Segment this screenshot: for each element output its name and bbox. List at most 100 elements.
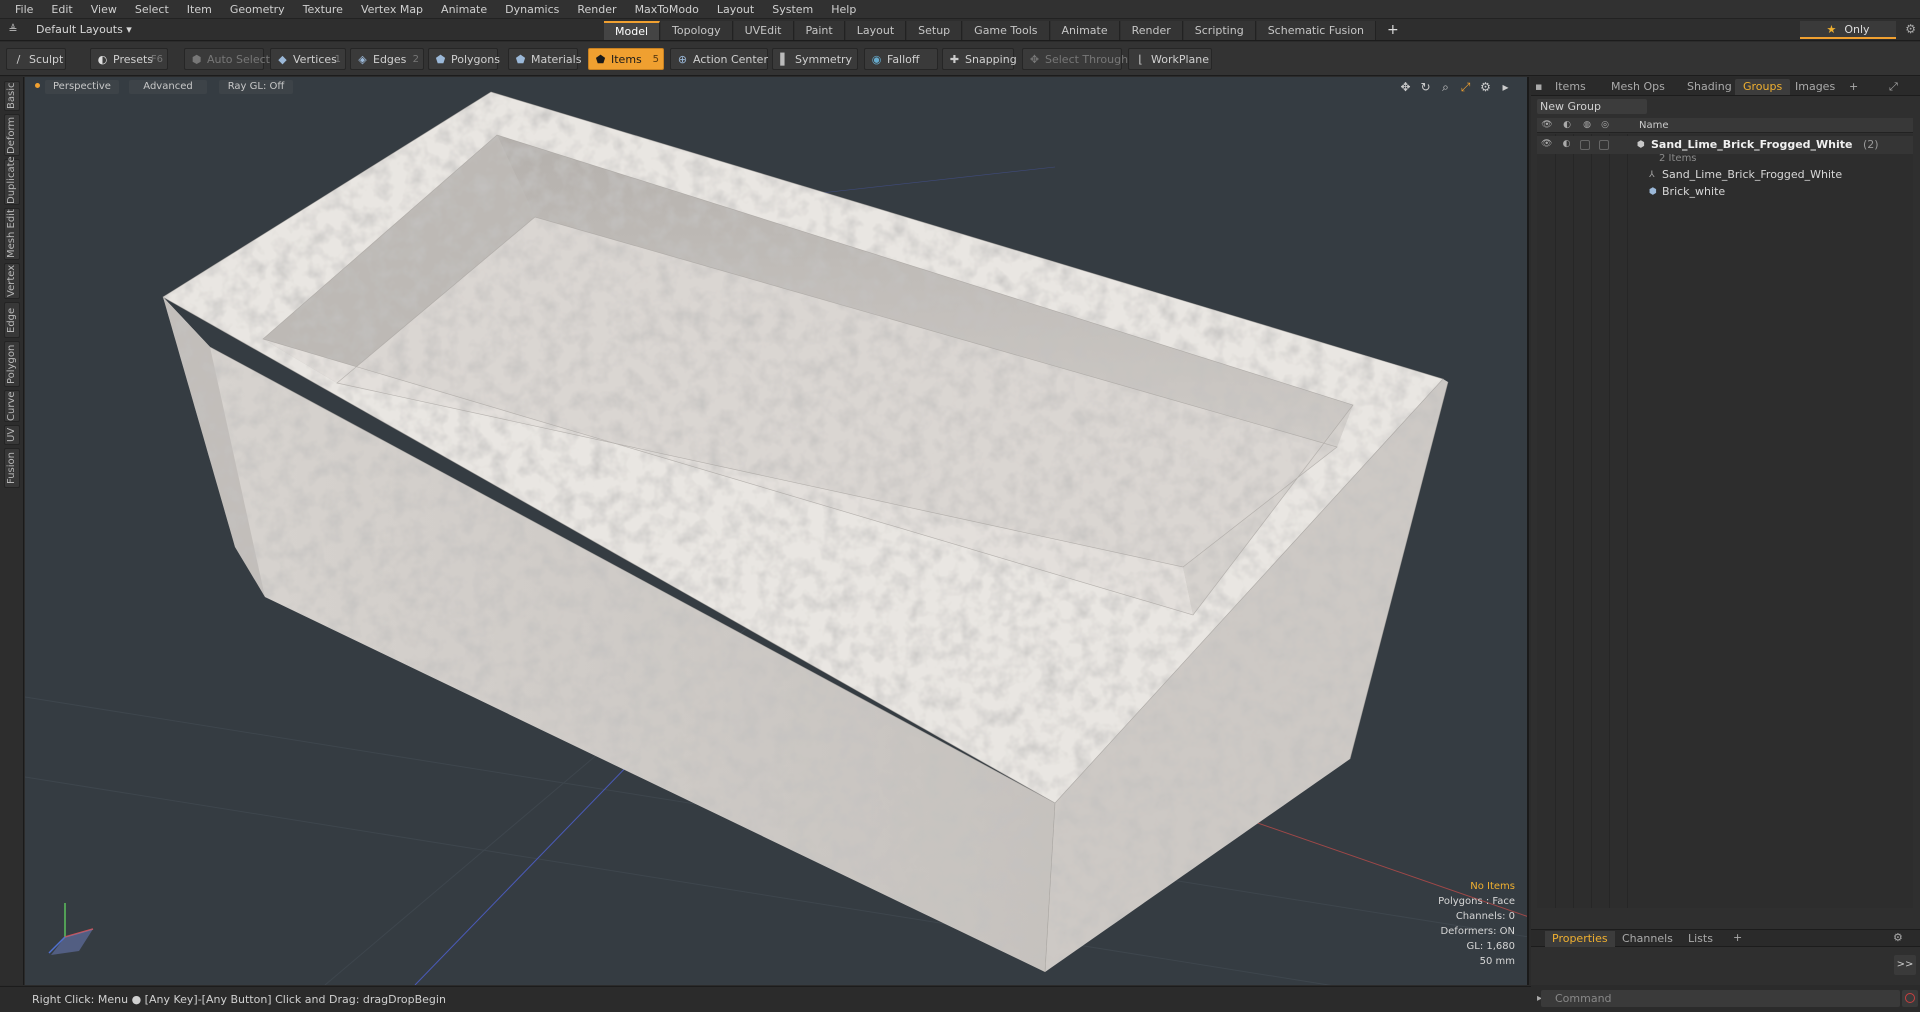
items-button[interactable]: ⬟ Items 5 bbox=[588, 48, 664, 70]
menu-maxtomodo[interactable]: MaxToModo bbox=[626, 0, 708, 19]
panel-menu-icon[interactable]: ▪ bbox=[1531, 79, 1546, 95]
panel-expand-icon[interactable]: ⤢ bbox=[1887, 79, 1900, 95]
tab-setup[interactable]: Setup bbox=[907, 21, 963, 40]
tab-scripting[interactable]: Scripting bbox=[1183, 21, 1256, 40]
new-group-button[interactable]: New Group bbox=[1537, 99, 1647, 114]
menu-vertex-map[interactable]: Vertex Map bbox=[352, 0, 432, 19]
3d-viewport[interactable]: Perspective Advanced Ray GL: Off ✥ ↻ ⌕ ⤢… bbox=[25, 77, 1529, 985]
layout-toggle-icon[interactable]: ≜ bbox=[6, 23, 20, 37]
tab-render[interactable]: Render bbox=[1120, 21, 1183, 40]
presets-button[interactable]: ◐ Presets F6 bbox=[90, 48, 168, 70]
left-tab-fusion[interactable]: Fusion bbox=[4, 448, 20, 488]
menu-select[interactable]: Select bbox=[126, 0, 178, 19]
select-through-button[interactable]: ✥ Select Through bbox=[1022, 48, 1128, 70]
menu-view[interactable]: View bbox=[82, 0, 126, 19]
tab-schematic-fusion[interactable]: Schematic Fusion bbox=[1256, 21, 1377, 40]
group-child-row[interactable]: ⬢ Brick_white bbox=[1537, 183, 1913, 201]
add-properties-tab-button[interactable]: + bbox=[1733, 931, 1742, 944]
left-tab-duplicate[interactable]: Duplicate bbox=[4, 156, 20, 205]
view-type-dropdown[interactable]: Perspective bbox=[45, 80, 119, 94]
left-tab-deform[interactable]: Deform bbox=[4, 114, 20, 156]
col-divider bbox=[1627, 134, 1628, 908]
menu-edit[interactable]: Edit bbox=[42, 0, 81, 19]
layout-tabs: Model Topology UVEdit Paint Layout Setup Game … bbox=[604, 21, 1409, 40]
properties-tab-lists[interactable]: Lists bbox=[1681, 931, 1720, 947]
group-child-row[interactable]: ⅄ Sand_Lime_Brick_Frogged_White bbox=[1537, 166, 1913, 184]
panel-tab-items[interactable]: Items bbox=[1547, 79, 1594, 95]
only-toggle[interactable]: ★ Only bbox=[1800, 21, 1896, 39]
panel-tab-groups[interactable]: Groups bbox=[1735, 79, 1791, 95]
snapping-button[interactable]: ✚ Snapping bbox=[942, 48, 1017, 70]
symmetry-button[interactable]: ▌ Symmetry bbox=[772, 48, 858, 70]
panel-tab-mesh-ops[interactable]: Mesh Ops bbox=[1603, 79, 1673, 95]
menu-dynamics[interactable]: Dynamics bbox=[496, 0, 568, 19]
viewport-gear-icon[interactable]: ⚙ bbox=[1478, 80, 1493, 95]
polygons-button[interactable]: ⬟ Polygons bbox=[428, 48, 500, 70]
menu-texture[interactable]: Texture bbox=[294, 0, 352, 19]
tab-game-tools[interactable]: Game Tools bbox=[963, 21, 1050, 40]
menu-layout[interactable]: Layout bbox=[708, 0, 763, 19]
add-panel-tab-button[interactable]: + bbox=[1841, 79, 1866, 95]
menu-help[interactable]: Help bbox=[822, 0, 865, 19]
select-col-icon[interactable]: ◎ bbox=[1599, 120, 1611, 131]
sculpt-button[interactable]: / Sculpt bbox=[6, 48, 66, 70]
render-toggle-icon[interactable]: ◐ bbox=[1561, 140, 1572, 149]
scene-render[interactable] bbox=[25, 77, 1529, 985]
left-tab-vertex[interactable]: Vertex bbox=[4, 263, 20, 299]
viewport-menu-dot[interactable] bbox=[35, 83, 40, 88]
menu-render[interactable]: Render bbox=[568, 0, 625, 19]
pan-icon[interactable]: ✥ bbox=[1398, 80, 1413, 95]
vertices-button[interactable]: ◆ Vertices 1 bbox=[270, 48, 346, 70]
lock-checkbox[interactable] bbox=[1580, 140, 1590, 150]
lock-col-icon[interactable]: ◍ bbox=[1581, 120, 1593, 131]
shading-dropdown[interactable]: Advanced bbox=[129, 80, 207, 94]
render-col-icon[interactable]: ◐ bbox=[1561, 120, 1573, 131]
tab-paint[interactable]: Paint bbox=[794, 21, 845, 40]
panel-tab-images[interactable]: Images bbox=[1787, 79, 1843, 95]
snapping-label: Snapping bbox=[965, 53, 1017, 66]
brick-mesh[interactable] bbox=[163, 92, 1448, 972]
visibility-col-icon[interactable]: 👁 bbox=[1541, 120, 1553, 131]
auto-select-button[interactable]: ⬢ Auto Select bbox=[184, 48, 270, 70]
menu-file[interactable]: File bbox=[6, 0, 42, 19]
select-checkbox[interactable] bbox=[1599, 140, 1609, 150]
edges-button[interactable]: ◈ Edges 2 bbox=[350, 48, 424, 70]
left-tab-uv[interactable]: UV bbox=[4, 425, 20, 445]
tab-animate[interactable]: Animate bbox=[1050, 21, 1120, 40]
panel-tab-shading[interactable]: Shading bbox=[1679, 79, 1740, 95]
tab-topology[interactable]: Topology bbox=[661, 21, 733, 40]
zoom-icon[interactable]: ⌕ bbox=[1438, 80, 1453, 95]
command-input[interactable]: Command bbox=[1541, 990, 1900, 1007]
left-tab-basic[interactable]: Basic bbox=[4, 81, 20, 111]
properties-gear-icon[interactable]: ⚙ bbox=[1893, 931, 1903, 944]
fit-icon[interactable]: ⤢ bbox=[1458, 80, 1473, 95]
layouts-dropdown[interactable]: Default Layouts ▾ bbox=[36, 19, 132, 41]
left-tab-curve[interactable]: Curve bbox=[4, 390, 20, 422]
tab-layout[interactable]: Layout bbox=[845, 21, 907, 40]
left-tab-polygon[interactable]: Polygon bbox=[4, 341, 20, 387]
left-tab-mesh-edit[interactable]: Mesh Edit bbox=[4, 208, 20, 260]
add-tab-button[interactable]: + bbox=[1377, 21, 1409, 40]
workplane-button[interactable]: ⌊ WorkPlane bbox=[1128, 48, 1212, 70]
record-icon[interactable] bbox=[1902, 990, 1918, 1007]
properties-tab-channels[interactable]: Channels bbox=[1615, 931, 1680, 947]
falloff-button[interactable]: ◉ Falloff bbox=[864, 48, 938, 70]
gear-icon[interactable]: ⚙ bbox=[1905, 22, 1916, 36]
materials-button[interactable]: ⬟ Materials bbox=[508, 48, 581, 70]
menu-animate[interactable]: Animate bbox=[432, 0, 496, 19]
tab-uvedit[interactable]: UVEdit bbox=[733, 21, 794, 40]
visibility-eye-icon[interactable]: 👁 bbox=[1541, 140, 1552, 149]
menu-geometry[interactable]: Geometry bbox=[221, 0, 294, 19]
viewport-expand-icon[interactable]: ▸ bbox=[1498, 80, 1513, 95]
expand-button[interactable]: >> bbox=[1894, 955, 1916, 975]
menu-item[interactable]: Item bbox=[178, 0, 221, 19]
left-tab-edge[interactable]: Edge bbox=[4, 302, 20, 338]
properties-tab-properties[interactable]: Properties bbox=[1545, 931, 1615, 947]
name-column-header[interactable]: Name bbox=[1639, 118, 1669, 133]
raygl-dropdown[interactable]: Ray GL: Off bbox=[219, 80, 293, 94]
properties-tabs: Properties Channels Lists + ⚙ bbox=[1531, 929, 1920, 947]
action-center-button[interactable]: ⊕ Action Center bbox=[670, 48, 768, 70]
tab-model[interactable]: Model bbox=[604, 21, 661, 40]
rotate-icon[interactable]: ↻ bbox=[1418, 80, 1433, 95]
menu-system[interactable]: System bbox=[763, 0, 822, 19]
